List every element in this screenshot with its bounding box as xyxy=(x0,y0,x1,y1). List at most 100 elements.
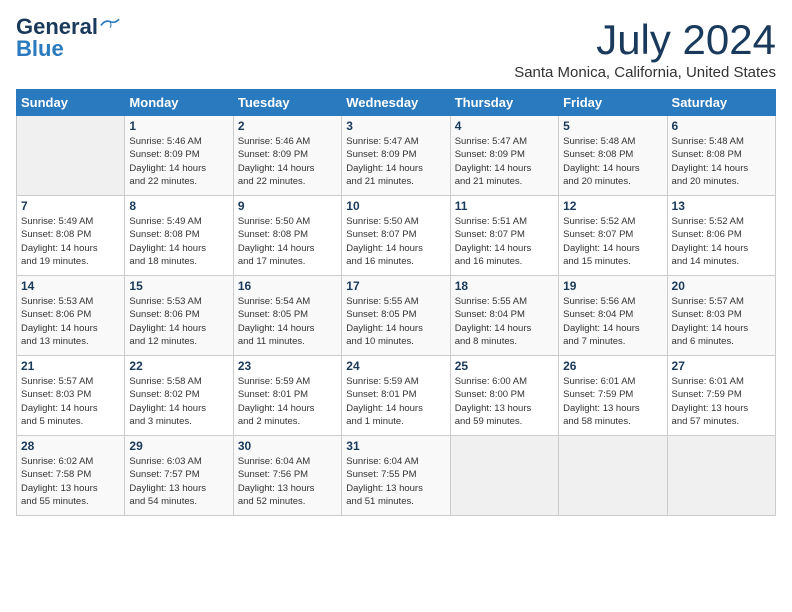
calendar-subtitle: Santa Monica, California, United States xyxy=(514,64,776,81)
calendar-cell: 13 Sunrise: 5:52 AM Sunset: 8:06 PM Dayli… xyxy=(667,196,775,276)
calendar-cell: 30Sunrise: 6:04 AM Sunset: 7:56 PM Dayli… xyxy=(233,436,341,516)
day-number: 11 xyxy=(455,199,554,213)
day-info: Sunrise: 5:59 AM Sunset: 8:01 PM Dayligh… xyxy=(238,375,337,428)
logo-bird-icon xyxy=(100,18,120,32)
day-number: 13 xyxy=(672,199,771,213)
calendar-cell: 24Sunrise: 5:59 AM Sunset: 8:01 PM Dayli… xyxy=(342,356,450,436)
day-number: 28 xyxy=(21,439,120,453)
day-info: Sunrise: 5:57 AM Sunset: 8:03 PM Dayligh… xyxy=(21,375,120,428)
day-number: 26 xyxy=(563,359,662,373)
calendar-cell: 4Sunrise: 5:47 AM Sunset: 8:09 PM Daylig… xyxy=(450,116,558,196)
day-number: 2 xyxy=(238,119,337,133)
day-info: Sunrise: 6:03 AM Sunset: 7:57 PM Dayligh… xyxy=(129,455,228,508)
day-info: Sunrise: 5:46 AM Sunset: 8:09 PM Dayligh… xyxy=(238,135,337,188)
calendar-cell xyxy=(667,436,775,516)
calendar-cell: 17 Sunrise: 5:55 AM Sunset: 8:05 PM Dayli… xyxy=(342,276,450,356)
calendar-cell: 18Sunrise: 5:55 AM Sunset: 8:04 PM Dayli… xyxy=(450,276,558,356)
day-number: 18 xyxy=(455,279,554,293)
calendar-cell: 26 Sunrise: 6:01 AM Sunset: 7:59 PM Dayli… xyxy=(559,356,667,436)
weekday-header-sunday: Sunday xyxy=(17,90,125,116)
day-info: Sunrise: 5:51 AM Sunset: 8:07 PM Dayligh… xyxy=(455,215,554,268)
calendar-cell: 8Sunrise: 5:49 AM Sunset: 8:08 PM Daylig… xyxy=(125,196,233,276)
calendar-cell: 10 Sunrise: 5:50 AM Sunset: 8:07 PM Dayli… xyxy=(342,196,450,276)
calendar-week-row: 28 Sunrise: 6:02 AM Sunset: 7:58 PM Dayli… xyxy=(17,436,776,516)
day-info: Sunrise: 6:04 AM Sunset: 7:55 PM Dayligh… xyxy=(346,455,445,508)
calendar-week-row: 21 Sunrise: 5:57 AM Sunset: 8:03 PM Dayli… xyxy=(17,356,776,436)
calendar-cell: 31 Sunrise: 6:04 AM Sunset: 7:55 PM Dayli… xyxy=(342,436,450,516)
day-number: 21 xyxy=(21,359,120,373)
weekday-header-tuesday: Tuesday xyxy=(233,90,341,116)
title-area: July 2024 Santa Monica, California, Unit… xyxy=(514,16,776,81)
day-number: 24 xyxy=(346,359,445,373)
day-number: 3 xyxy=(346,119,445,133)
day-number: 17 xyxy=(346,279,445,293)
logo-blue: Blue xyxy=(16,36,64,62)
header: General Blue July 2024 Santa Monica, Cal… xyxy=(16,16,776,81)
calendar-cell: 7Sunrise: 5:49 AM Sunset: 8:08 PM Daylig… xyxy=(17,196,125,276)
logo: General Blue xyxy=(16,16,120,62)
day-info: Sunrise: 5:56 AM Sunset: 8:04 PM Dayligh… xyxy=(563,295,662,348)
day-info: Sunrise: 5:55 AM Sunset: 8:05 PM Dayligh… xyxy=(346,295,445,348)
weekday-header-wednesday: Wednesday xyxy=(342,90,450,116)
day-info: Sunrise: 5:48 AM Sunset: 8:08 PM Dayligh… xyxy=(563,135,662,188)
calendar-cell: 27 Sunrise: 6:01 AM Sunset: 7:59 PM Dayli… xyxy=(667,356,775,436)
day-number: 8 xyxy=(129,199,228,213)
day-info: Sunrise: 6:01 AM Sunset: 7:59 PM Dayligh… xyxy=(672,375,771,428)
calendar-cell: 28 Sunrise: 6:02 AM Sunset: 7:58 PM Dayli… xyxy=(17,436,125,516)
weekday-header-friday: Friday xyxy=(559,90,667,116)
day-number: 27 xyxy=(672,359,771,373)
day-info: Sunrise: 6:01 AM Sunset: 7:59 PM Dayligh… xyxy=(563,375,662,428)
day-info: Sunrise: 5:48 AM Sunset: 8:08 PM Dayligh… xyxy=(672,135,771,188)
calendar-cell: 9Sunrise: 5:50 AM Sunset: 8:08 PM Daylig… xyxy=(233,196,341,276)
day-info: Sunrise: 5:47 AM Sunset: 8:09 PM Dayligh… xyxy=(455,135,554,188)
day-info: Sunrise: 6:02 AM Sunset: 7:58 PM Dayligh… xyxy=(21,455,120,508)
calendar-cell: 29Sunrise: 6:03 AM Sunset: 7:57 PM Dayli… xyxy=(125,436,233,516)
day-number: 15 xyxy=(129,279,228,293)
calendar-cell: 19 Sunrise: 5:56 AM Sunset: 8:04 PM Dayli… xyxy=(559,276,667,356)
calendar-cell: 22 Sunrise: 5:58 AM Sunset: 8:02 PM Dayli… xyxy=(125,356,233,436)
calendar-week-row: 1Sunrise: 5:46 AM Sunset: 8:09 PM Daylig… xyxy=(17,116,776,196)
day-info: Sunrise: 5:53 AM Sunset: 8:06 PM Dayligh… xyxy=(21,295,120,348)
day-number: 5 xyxy=(563,119,662,133)
day-info: Sunrise: 5:57 AM Sunset: 8:03 PM Dayligh… xyxy=(672,295,771,348)
day-info: Sunrise: 5:46 AM Sunset: 8:09 PM Dayligh… xyxy=(129,135,228,188)
calendar-table: SundayMondayTuesdayWednesdayThursdayFrid… xyxy=(16,89,776,516)
calendar-cell: 11 Sunrise: 5:51 AM Sunset: 8:07 PM Dayli… xyxy=(450,196,558,276)
day-number: 25 xyxy=(455,359,554,373)
day-number: 20 xyxy=(672,279,771,293)
calendar-cell: 12 Sunrise: 5:52 AM Sunset: 8:07 PM Dayli… xyxy=(559,196,667,276)
calendar-title: July 2024 xyxy=(514,16,776,64)
weekday-header-row: SundayMondayTuesdayWednesdayThursdayFrid… xyxy=(17,90,776,116)
day-number: 19 xyxy=(563,279,662,293)
day-number: 31 xyxy=(346,439,445,453)
calendar-cell xyxy=(559,436,667,516)
day-info: Sunrise: 5:54 AM Sunset: 8:05 PM Dayligh… xyxy=(238,295,337,348)
calendar-cell xyxy=(17,116,125,196)
day-info: Sunrise: 5:53 AM Sunset: 8:06 PM Dayligh… xyxy=(129,295,228,348)
calendar-cell: 23Sunrise: 5:59 AM Sunset: 8:01 PM Dayli… xyxy=(233,356,341,436)
weekday-header-monday: Monday xyxy=(125,90,233,116)
day-number: 7 xyxy=(21,199,120,213)
calendar-week-row: 7Sunrise: 5:49 AM Sunset: 8:08 PM Daylig… xyxy=(17,196,776,276)
calendar-cell: 25Sunrise: 6:00 AM Sunset: 8:00 PM Dayli… xyxy=(450,356,558,436)
day-info: Sunrise: 5:58 AM Sunset: 8:02 PM Dayligh… xyxy=(129,375,228,428)
logo-text: General xyxy=(16,16,98,38)
weekday-header-saturday: Saturday xyxy=(667,90,775,116)
day-info: Sunrise: 6:04 AM Sunset: 7:56 PM Dayligh… xyxy=(238,455,337,508)
calendar-cell: 5 Sunrise: 5:48 AM Sunset: 8:08 PM Daylig… xyxy=(559,116,667,196)
calendar-cell: 16 Sunrise: 5:54 AM Sunset: 8:05 PM Dayli… xyxy=(233,276,341,356)
day-number: 12 xyxy=(563,199,662,213)
day-number: 22 xyxy=(129,359,228,373)
calendar-cell: 2 Sunrise: 5:46 AM Sunset: 8:09 PM Daylig… xyxy=(233,116,341,196)
calendar-cell xyxy=(450,436,558,516)
day-info: Sunrise: 5:52 AM Sunset: 8:07 PM Dayligh… xyxy=(563,215,662,268)
day-info: Sunrise: 5:50 AM Sunset: 8:07 PM Dayligh… xyxy=(346,215,445,268)
day-number: 10 xyxy=(346,199,445,213)
day-number: 9 xyxy=(238,199,337,213)
day-number: 16 xyxy=(238,279,337,293)
calendar-week-row: 14Sunrise: 5:53 AM Sunset: 8:06 PM Dayli… xyxy=(17,276,776,356)
day-info: Sunrise: 5:47 AM Sunset: 8:09 PM Dayligh… xyxy=(346,135,445,188)
day-info: Sunrise: 5:52 AM Sunset: 8:06 PM Dayligh… xyxy=(672,215,771,268)
calendar-cell: 1Sunrise: 5:46 AM Sunset: 8:09 PM Daylig… xyxy=(125,116,233,196)
calendar-cell: 14Sunrise: 5:53 AM Sunset: 8:06 PM Dayli… xyxy=(17,276,125,356)
